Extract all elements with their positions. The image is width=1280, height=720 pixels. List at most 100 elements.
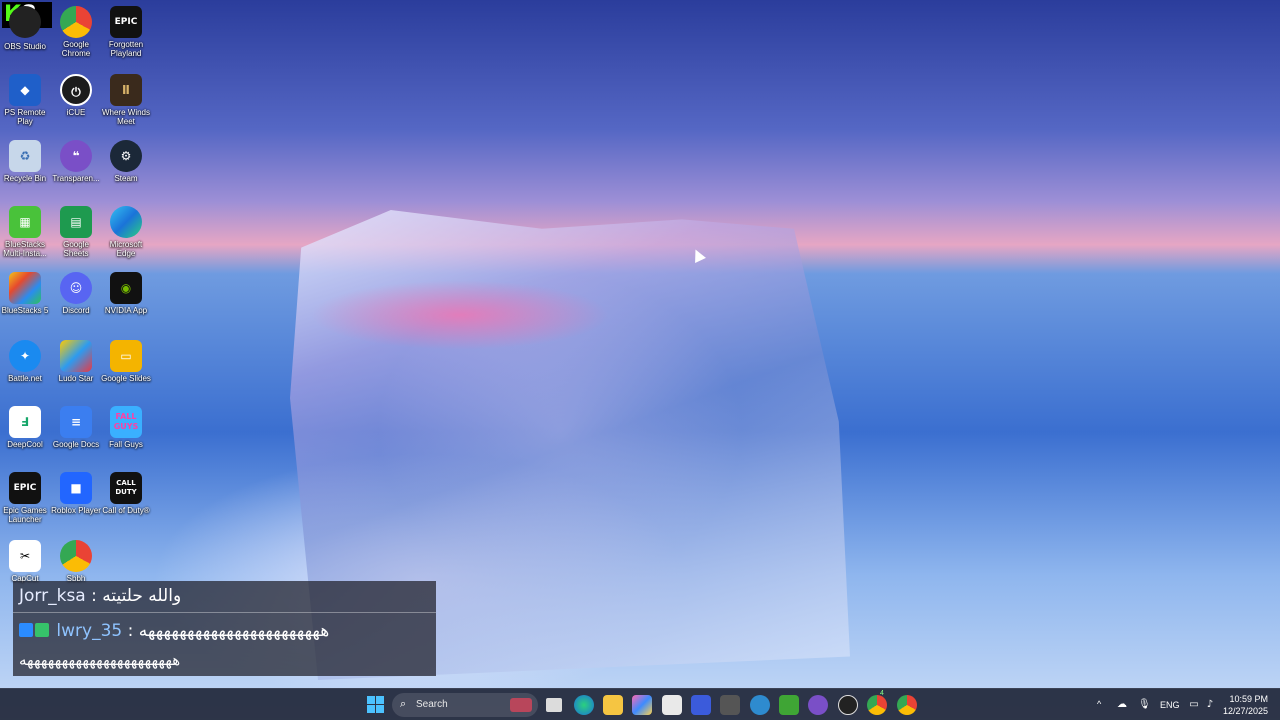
cloud-icon[interactable]: ☁ xyxy=(1116,699,1128,711)
google-slides-icon: ▭ xyxy=(110,340,142,372)
network-icon[interactable]: ▭ xyxy=(1188,699,1200,711)
desktop-icon-forgotten-playland[interactable]: EPIC Forgotten Playland xyxy=(101,4,151,70)
desktop-icon-ps-remote-play[interactable]: ◆ PS Remote Play xyxy=(0,72,50,138)
chat-message-continuation: ههههههههههههههههههههههه xyxy=(19,651,181,669)
steam-icon: ⚙ xyxy=(110,140,142,172)
desktop-icon-label: Where Winds Meet xyxy=(101,108,150,126)
chat-text: هههههههههههههههههههههههه xyxy=(138,621,330,641)
obs-taskbar-icon[interactable] xyxy=(838,695,858,715)
desktop-icon-discord[interactable]: ☺ Discord xyxy=(51,270,101,336)
desktop-icon-google-sheets[interactable]: ▤ Google Sheets xyxy=(51,204,101,270)
desktop-icon-steam[interactable]: ⚙ Steam xyxy=(101,138,151,204)
desktop-icon-bluestacks-multi[interactable]: ▦ BlueStacks Multi-Insta... xyxy=(0,204,50,270)
desktop-icon-label: Microsoft Edge xyxy=(109,240,143,258)
transparent-chat-icon: ❝ xyxy=(60,140,92,172)
desktop-icon-battle-net[interactable]: ✦ Battle.net xyxy=(0,338,50,404)
wallpaper-ice-glow xyxy=(310,280,610,350)
chrome-notification-badge: 4 xyxy=(880,690,884,697)
taskbar: ⌕ Search 4 ^ ☁ 🎙 ENG ▭ ♪ 10:59 PM 12/27/… xyxy=(0,688,1280,720)
desktop-icon-ludo-star[interactable]: Ludo Star xyxy=(51,338,101,404)
start-button[interactable] xyxy=(366,695,386,715)
desktop-icon-transparent[interactable]: ❝ Transparen... xyxy=(51,138,101,204)
epic-games-icon: EPIC xyxy=(110,6,142,38)
desktop-icon-bluestacks-5[interactable]: BlueStacks 5 xyxy=(0,270,50,336)
desktop-icon-label: Roblox Player xyxy=(51,506,101,515)
chat-username: Jorr_ksa xyxy=(19,586,86,606)
edge-icon xyxy=(110,206,142,238)
desktop-icon-label: OBS Studio xyxy=(4,42,46,51)
chat-separator: : xyxy=(122,621,139,641)
fall-guys-icon: FALL GUYS xyxy=(110,406,142,438)
search-highlight-icon xyxy=(510,698,532,712)
desktop-icon-google-chrome[interactable]: Google Chrome xyxy=(51,4,101,70)
desktop-icon-label: Ludo Star xyxy=(58,374,94,383)
desktop-icon-obs-studio[interactable]: OBS Studio xyxy=(0,4,50,70)
language-indicator[interactable]: ENG xyxy=(1160,700,1180,710)
bluestacks-multi-icon: ▦ xyxy=(9,206,41,238)
desktop-icon-label: Google Chrome xyxy=(61,40,91,58)
microsoft-store-icon[interactable] xyxy=(662,695,682,715)
desktop-icon-label: DeepCool xyxy=(7,440,43,449)
desktop-icon-recycle-bin[interactable]: ♻ Recycle Bin xyxy=(0,138,50,204)
desktop-icon-label: Steam xyxy=(114,174,138,183)
epic-games-icon: EPIC xyxy=(9,472,41,504)
desktop-icon-deepcool[interactable]: Ⅎ DeepCool xyxy=(0,404,50,470)
chat-divider xyxy=(13,612,436,613)
deepcool-icon: Ⅎ xyxy=(9,406,41,438)
desktop-icon-google-docs[interactable]: ≡ Google Docs xyxy=(51,404,101,470)
chat-separator: : xyxy=(85,586,103,606)
where-winds-meet-icon: Ⅱ xyxy=(110,74,142,106)
chat-badge-icon xyxy=(35,623,49,637)
chat-badge-icon xyxy=(19,623,33,637)
desktop-icon-nvidia-app[interactable]: ◉ NVIDIA App xyxy=(101,270,151,336)
bluestacks-icon xyxy=(9,272,41,304)
desktop-icon-epic-games-launcher[interactable]: EPIC Epic Games Launcher xyxy=(0,470,50,536)
google-docs-icon: ≡ xyxy=(60,406,92,438)
obs-icon xyxy=(9,6,41,38)
minecraft-icon[interactable] xyxy=(779,695,799,715)
globe-icon[interactable] xyxy=(750,695,770,715)
desktop-icon-fall-guys[interactable]: FALL GUYS Fall Guys xyxy=(101,404,151,470)
chat-username: lwry_35 xyxy=(56,621,123,641)
nvidia-icon: ◉ xyxy=(110,272,142,304)
stream-chat-overlay: Jorr_ksa : والله حلتيته lwry_35 : هههههه… xyxy=(13,581,436,676)
search-icon: ⌕ xyxy=(400,698,407,710)
desktop-icon-roblox-player[interactable]: ■ Roblox Player xyxy=(51,470,101,536)
chat-text: والله حلتيته xyxy=(102,586,182,606)
task-view-icon[interactable] xyxy=(546,698,562,712)
roblox-icon: ■ xyxy=(60,472,92,504)
app-icon[interactable] xyxy=(720,695,740,715)
file-explorer-icon[interactable] xyxy=(603,695,623,715)
desktop-icon-label: Google Slides xyxy=(101,374,151,383)
search-placeholder: Search xyxy=(416,699,448,710)
microphone-icon[interactable]: 🎙 xyxy=(1138,699,1151,711)
discord-icon: ☺ xyxy=(60,272,92,304)
chrome-profile-taskbar-icon[interactable] xyxy=(897,695,917,715)
edge-taskbar-icon[interactable] xyxy=(574,695,594,715)
copilot-icon[interactable] xyxy=(632,695,652,715)
desktop-icon-label: iCUE xyxy=(66,108,86,117)
taskbar-clock[interactable]: 10:59 PM 12/27/2025 xyxy=(1223,693,1268,717)
media-player-icon[interactable] xyxy=(691,695,711,715)
speaker-icon[interactable]: ♪ xyxy=(1204,699,1216,711)
desktop-icon-label: Transparen... xyxy=(52,174,100,183)
clock-date: 12/27/2025 xyxy=(1222,706,1268,716)
chevron-up-icon[interactable]: ^ xyxy=(1097,699,1101,709)
desktop-icon-call-of-duty[interactable]: CALL DUTY Call of Duty® xyxy=(101,470,151,536)
desktop-icon-label: Discord xyxy=(62,306,90,315)
transparent-chat-taskbar-icon[interactable] xyxy=(808,695,828,715)
desktop-icon-label: Call of Duty® xyxy=(102,506,150,515)
taskbar-search-box[interactable]: ⌕ Search xyxy=(392,693,538,717)
desktop-icon-where-winds-meet[interactable]: Ⅱ Where Winds Meet xyxy=(101,72,151,138)
call-of-duty-icon: CALL DUTY xyxy=(110,472,142,504)
chat-message: Jorr_ksa : والله حلتيته xyxy=(19,586,181,606)
desktop-icon-google-slides[interactable]: ▭ Google Slides xyxy=(101,338,151,404)
desktop-icon-label: Google Docs xyxy=(52,440,100,449)
battle-net-icon: ✦ xyxy=(9,340,41,372)
desktop-icon-microsoft-edge[interactable]: Microsoft Edge xyxy=(101,204,151,270)
capcut-icon: ✂ xyxy=(9,540,41,572)
desktop-icon-icue[interactable]: ⏻ iCUE xyxy=(51,72,101,138)
desktop-icon-label: BlueStacks 5 xyxy=(1,306,49,315)
chrome-taskbar-icon[interactable] xyxy=(867,695,887,715)
desktop-icon-label: NVIDIA App xyxy=(104,306,148,315)
